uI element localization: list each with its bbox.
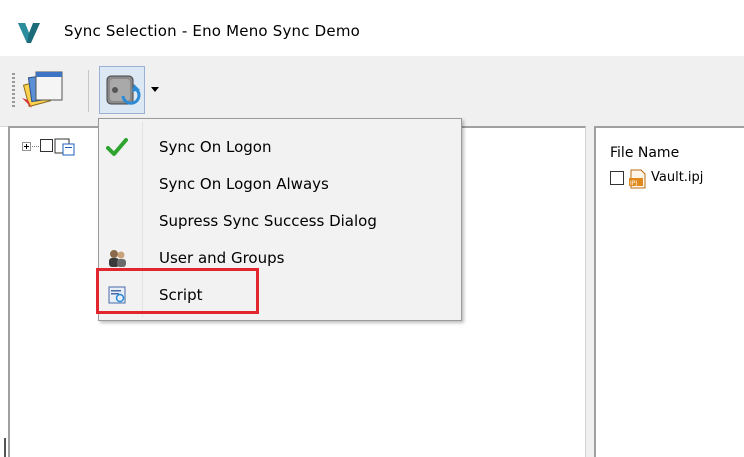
window-title: Sync Selection - Eno Meno Sync Demo (64, 22, 361, 40)
menu-item-supress-sync-success[interactable]: Supress Sync Success Dialog (100, 203, 460, 239)
toolbar-separator (88, 70, 89, 112)
vault-v-logo-icon (18, 23, 40, 43)
users-icon (109, 250, 126, 267)
file-row[interactable]: IPJ Vault.ipj (610, 168, 740, 190)
top-strip (0, 0, 744, 10)
green-checkmark-icon (106, 138, 128, 156)
ipj-file-icon: IPJ (629, 169, 646, 189)
stacked-windows-icon[interactable] (18, 68, 68, 112)
menu-item-sync-on-logon[interactable]: Sync On Logon (100, 129, 460, 165)
menu-item-label: Sync On Logon Always (159, 175, 329, 193)
file-name: Vault.ipj (651, 170, 704, 185)
menu-item-sync-on-logon-always[interactable]: Sync On Logon Always (100, 166, 460, 202)
pane-splitter[interactable] (586, 126, 594, 457)
toolbar (0, 56, 744, 127)
ipj-badge: IPJ (630, 180, 637, 187)
title-bar: Sync Selection - Eno Meno Sync Demo (0, 10, 744, 56)
expand-plus-icon[interactable] (22, 142, 31, 151)
sync-server-icon (106, 75, 141, 105)
menu-item-label: User and Groups (159, 249, 285, 267)
column-header-file-name[interactable]: File Name (610, 145, 679, 161)
tree-node-checkbox[interactable] (40, 139, 53, 152)
file-list-pane: File Name IPJ Vault.ipj (594, 126, 744, 457)
menu-item-label: Sync On Logon (159, 138, 272, 156)
vault-folder-icon (54, 138, 75, 156)
highlight-box (96, 268, 259, 314)
tree-connector (32, 146, 39, 147)
window-edge (4, 438, 6, 457)
menu-item-label: Supress Sync Success Dialog (159, 212, 377, 230)
sync-dropdown-button[interactable] (99, 66, 145, 114)
chevron-down-icon[interactable] (151, 87, 159, 92)
toolbar-grip[interactable] (12, 73, 15, 109)
file-checkbox[interactable] (610, 171, 624, 185)
